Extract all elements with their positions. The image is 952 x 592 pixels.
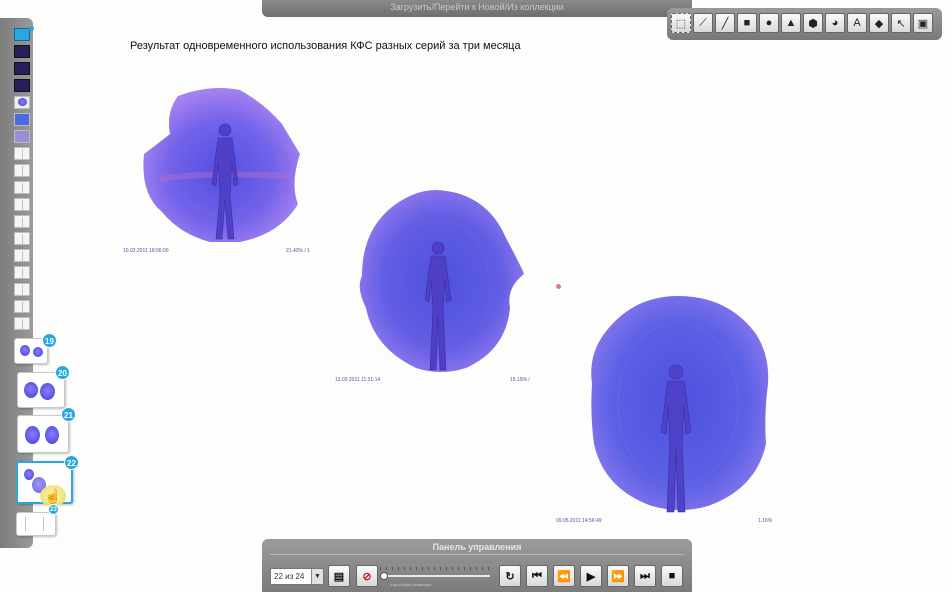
eraser-icon[interactable]: ◆ <box>869 13 889 33</box>
thumbnail-slide[interactable] <box>14 215 30 228</box>
aura-image-1 <box>143 88 300 242</box>
thumbnail-slide-22[interactable]: ☝ <box>16 461 73 507</box>
slide-progress-slider[interactable]: Ход слайда Анимация <box>380 567 490 587</box>
pie-icon[interactable]: ◕ <box>825 13 845 33</box>
aura-3-date: 09.05.2011 14:56:49 <box>556 518 602 524</box>
aura-2-date: 13.03.2011 11:31:14 <box>335 377 381 383</box>
play-button[interactable]: ▶ <box>580 565 602 587</box>
thumbnail-slide[interactable] <box>14 300 30 313</box>
aura-3-value: 1.16% <box>758 518 773 524</box>
rewind-button[interactable]: ⏪ <box>553 565 575 587</box>
thumbnail-slide[interactable] <box>14 28 30 41</box>
rewind-icon: ⏪ <box>557 570 571 583</box>
thumbnail-slide[interactable] <box>14 79 30 92</box>
refresh-button[interactable]: ↻ <box>499 565 521 587</box>
thumbnail-slide[interactable] <box>14 62 30 75</box>
thumbnail-slide[interactable] <box>14 164 30 177</box>
square-icon[interactable]: ■ <box>737 13 757 33</box>
stop-pointer-button[interactable]: ⊘ <box>356 565 378 587</box>
thumbnail-number-badge: 23 <box>48 504 59 515</box>
thumbnail-number-badge: 21 <box>61 407 76 422</box>
thumbnail-slide-21[interactable] <box>17 415 69 453</box>
slider-knob[interactable] <box>380 572 388 580</box>
select-rect-icon[interactable]: ⬚ <box>671 13 691 33</box>
skip-start-icon: ⏮ <box>532 569 542 582</box>
thumbnail-slide[interactable] <box>14 232 30 245</box>
thumbnail-slide[interactable] <box>14 317 30 330</box>
slide-name-text: Загрузить/Перейти к Новой/Из коллекции <box>390 2 564 12</box>
thumbnail-marker <box>29 26 34 31</box>
last-slide-button[interactable]: ⏭ <box>634 565 656 587</box>
pen-icon[interactable]: ⟋ <box>693 13 713 33</box>
laser-pointer-dot <box>556 284 561 289</box>
first-slide-button[interactable]: ⏮ <box>526 565 548 587</box>
slide-name-bar[interactable]: Загрузить/Перейти к Новой/Из коллекции <box>262 0 692 17</box>
slide-title: Результат одновременного использования К… <box>130 40 521 52</box>
fast-forward-icon: ⏩ <box>611 570 625 583</box>
thumbnail-number-badge: 22 <box>64 455 79 470</box>
stop-button[interactable]: ■ <box>661 565 683 587</box>
aura-image-2 <box>359 190 524 372</box>
thumbnail-number-badge: 19 <box>42 333 57 348</box>
fast-forward-button[interactable]: ⏩ <box>607 565 629 587</box>
page-select[interactable]: 22 из 24 ▼ <box>270 568 324 585</box>
presentation-stage: Загрузить/Перейти к Новой/Из коллекции ⬚… <box>0 0 952 592</box>
thumbnail-slide[interactable] <box>14 113 30 126</box>
thumbnail-slide[interactable] <box>14 147 30 160</box>
skip-end-icon: ⏭ <box>640 569 650 582</box>
thumbnail-slide-23[interactable] <box>16 512 56 536</box>
aura-1-value: 21.43% / 1 <box>286 248 310 254</box>
divider <box>270 554 684 555</box>
drawing-toolbar: ⬚ ⟋ ╱ ■ ● ▲ ⬢ ◕ A ◆ ↖ ▣ <box>667 8 942 40</box>
circle-icon[interactable]: ● <box>759 13 779 33</box>
pointer-icon[interactable]: ↖ <box>891 13 911 33</box>
thumbnail-slide[interactable] <box>14 283 30 296</box>
thumbnail-number-badge: 20 <box>55 365 70 380</box>
text-icon[interactable]: A <box>847 13 867 33</box>
stop-icon: ■ <box>668 570 676 582</box>
slider-caption: Ход слайда Анимация <box>390 582 432 587</box>
slide-thumbnail-panel: 19 20 21 ☝ 22 23 <box>0 18 79 548</box>
save-icon[interactable]: ▣ <box>913 13 933 33</box>
aura-image-3 <box>591 296 769 513</box>
list-icon: ▤ <box>333 570 345 583</box>
thumbnail-slide[interactable] <box>14 249 30 262</box>
thumbnail-slide[interactable] <box>14 266 30 279</box>
play-icon: ▶ <box>586 570 596 583</box>
aura-2-value: 15.15% / <box>510 377 530 383</box>
thumbnail-slide[interactable] <box>14 45 30 58</box>
thumbnail-slide[interactable] <box>14 130 30 143</box>
line-icon[interactable]: ╱ <box>715 13 735 33</box>
no-pen-icon: ⊘ <box>362 570 372 583</box>
thumbnail-slide[interactable] <box>14 181 30 194</box>
control-panel: Панель управления 22 из 24 ▼ ▤ ⊘ Ход сла… <box>262 539 692 592</box>
control-panel-title: Панель управления <box>432 542 522 552</box>
chevron-down-icon[interactable]: ▼ <box>311 569 323 584</box>
thumbnail-slide[interactable] <box>14 96 30 109</box>
aura-1-date: 10.02.2011 18:06:00 <box>123 248 169 254</box>
page-select-value: 22 из 24 <box>274 572 305 581</box>
refresh-icon: ↻ <box>505 570 515 583</box>
hexagon-icon[interactable]: ⬢ <box>803 13 823 33</box>
slide-list-button[interactable]: ▤ <box>328 565 350 587</box>
triangle-icon[interactable]: ▲ <box>781 13 801 33</box>
thumbnail-slide[interactable] <box>14 198 30 211</box>
